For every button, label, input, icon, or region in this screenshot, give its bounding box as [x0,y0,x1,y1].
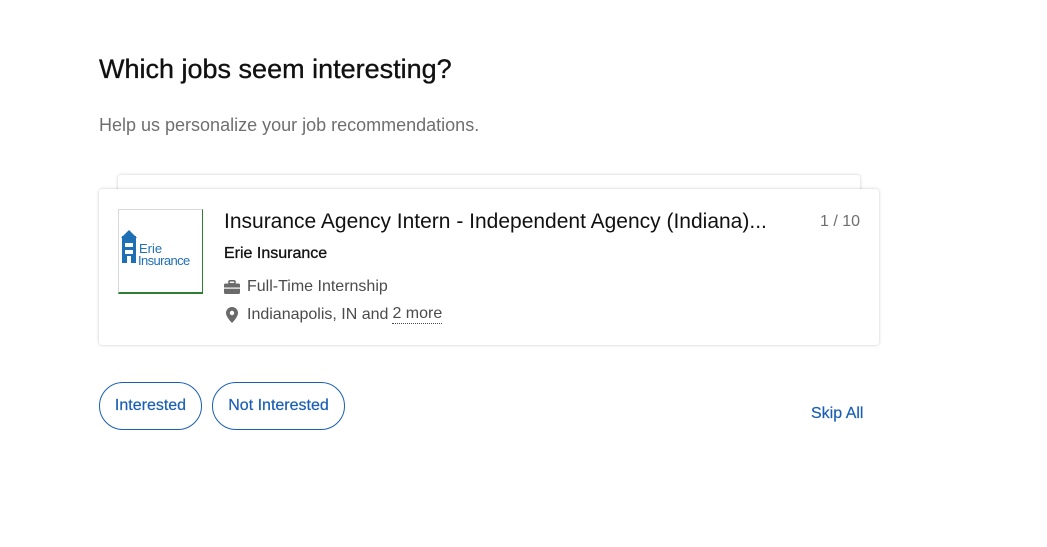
location-text: Indianapolis, IN and [247,305,389,323]
map-pin-icon [224,306,240,323]
interested-button[interactable]: Interested [99,382,202,430]
erie-insurance-logo-icon: Erie Insurance [121,230,191,268]
briefcase-icon [224,279,240,295]
job-type-text: Full-Time Internship [247,278,388,295]
job-counter: 1 / 10 [819,213,860,230]
skip-all-link[interactable]: Skip All [811,405,864,423]
job-card: Erie Insurance Insurance Agency Intern -… [99,189,879,345]
location-row: Indianapolis, IN and 2 more [224,305,443,324]
job-title[interactable]: Insurance Agency Intern - Independent Ag… [224,210,814,234]
not-interested-button[interactable]: Not Interested [212,382,345,430]
page-title: Which jobs seem interesting? [99,54,452,84]
logo-line2: Insurance [138,253,190,268]
company-logo: Erie Insurance [118,209,203,294]
more-locations-link[interactable]: 2 more [392,305,443,324]
page-subtitle: Help us personalize your job recommendat… [99,115,480,135]
company-name: Erie Insurance [224,245,328,262]
job-type-row: Full-Time Internship [224,278,388,296]
job-preferences-page: Which jobs seem interesting? Help us per… [0,0,1047,547]
